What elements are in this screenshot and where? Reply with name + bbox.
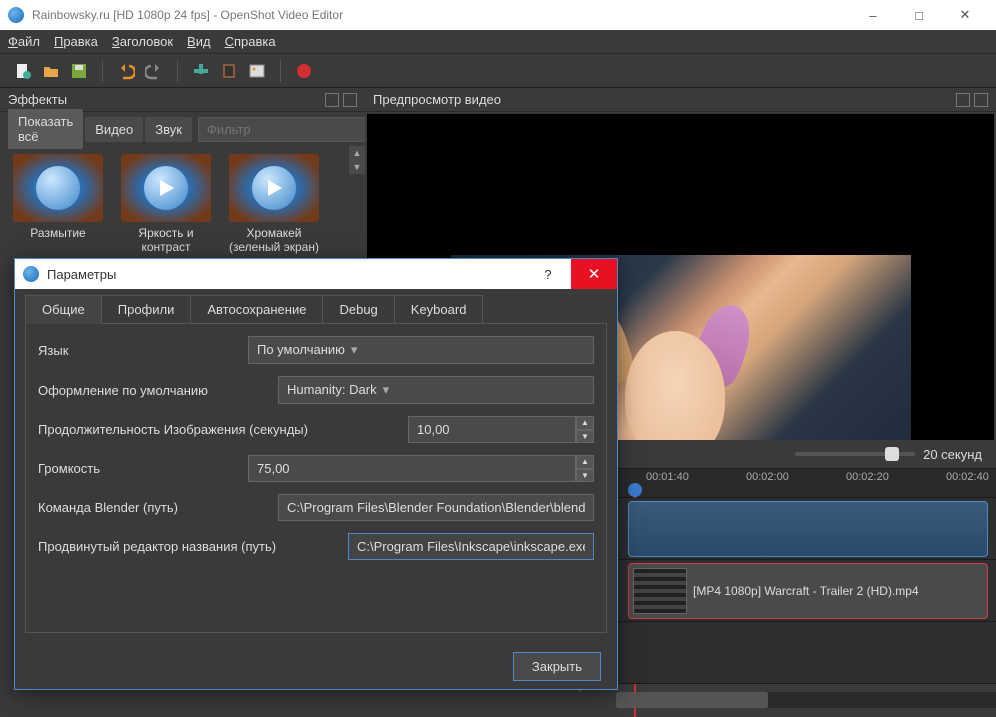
spin-up-icon[interactable]: ▲ xyxy=(576,455,594,469)
dialog-tabs: Общие Профили Автосохранение Debug Keybo… xyxy=(15,289,617,323)
menu-view[interactable]: Вид xyxy=(187,34,211,49)
tab-autosave[interactable]: Автосохранение xyxy=(190,295,323,323)
img-duration-input[interactable] xyxy=(408,416,576,443)
tab-general[interactable]: Общие xyxy=(25,295,102,324)
dialog-title: Параметры xyxy=(47,267,525,282)
menu-title[interactable]: Заголовок xyxy=(112,34,173,49)
window-titlebar: Rainbowsky.ru [HD 1080p 24 fps] - OpenSh… xyxy=(0,0,996,30)
panel-undock-icon[interactable] xyxy=(325,93,339,107)
window-title: Rainbowsky.ru [HD 1080p 24 fps] - OpenSh… xyxy=(32,8,850,22)
spin-down-icon[interactable]: ▼ xyxy=(576,430,594,444)
spin-down-icon[interactable]: ▼ xyxy=(576,469,594,483)
timeline-panel: 20 секунд 00:01:40 00:02:00 00:02:20 00:… xyxy=(616,440,996,708)
preferences-dialog: Параметры ? ✕ Общие Профили Автосохранен… xyxy=(14,258,618,690)
scroll-up-icon[interactable]: ▲ xyxy=(349,146,365,160)
scroll-down-icon[interactable]: ▼ xyxy=(349,160,365,174)
close-window-button[interactable]: ✕ xyxy=(942,0,988,30)
menu-edit[interactable]: Правка xyxy=(54,34,98,49)
timeline-clip[interactable]: [MP4 1080p] Warcraft - Trailer 2 (HD).mp… xyxy=(628,563,988,619)
effects-tab-all[interactable]: Показать всё xyxy=(8,109,83,149)
effect-item-blur[interactable]: Размытие xyxy=(8,154,108,255)
timeline-track-1[interactable] xyxy=(616,498,996,560)
open-project-icon[interactable] xyxy=(40,60,62,82)
clip-thumbnail-icon xyxy=(633,568,687,614)
effects-panel-title: Эффекты xyxy=(8,92,67,107)
minimize-button[interactable]: – xyxy=(850,0,896,30)
clip-label: [MP4 1080p] Warcraft - Trailer 2 (HD).mp… xyxy=(693,584,919,598)
redo-icon[interactable] xyxy=(143,60,165,82)
main-toolbar xyxy=(0,54,996,88)
timeline-ruler[interactable]: 00:01:40 00:02:00 00:02:20 00:02:40 xyxy=(616,468,996,498)
import-icon[interactable] xyxy=(190,60,212,82)
img-duration-label: Продолжительность Изображения (секунды) xyxy=(38,422,398,437)
effects-tab-video[interactable]: Видео xyxy=(85,117,143,142)
timeline-track-2[interactable]: [MP4 1080p] Warcraft - Trailer 2 (HD).mp… xyxy=(616,560,996,622)
ruler-tick: 00:02:40 xyxy=(946,471,989,483)
language-label: Язык xyxy=(38,343,238,358)
panel-undock-icon[interactable] xyxy=(956,93,970,107)
zoom-label: 20 секунд xyxy=(923,447,982,462)
spin-up-icon[interactable]: ▲ xyxy=(576,416,594,430)
ruler-tick: 00:02:00 xyxy=(746,471,789,483)
menu-help[interactable]: Справка xyxy=(225,34,276,49)
advanced-title-path-input[interactable] xyxy=(348,533,594,560)
volume-input[interactable] xyxy=(248,455,576,482)
theme-label: Оформление по умолчанию xyxy=(38,383,268,398)
tab-profiles[interactable]: Профили xyxy=(101,295,192,323)
blender-label: Команда Blender (путь) xyxy=(38,500,268,515)
advanced-title-label: Продвинутый редактор названия (путь) xyxy=(38,539,338,554)
picture-icon[interactable] xyxy=(246,60,268,82)
panel-close-icon[interactable] xyxy=(974,93,988,107)
volume-label: Громкость xyxy=(38,461,238,476)
tab-debug[interactable]: Debug xyxy=(322,295,394,323)
app-logo-icon xyxy=(8,7,24,23)
dialog-logo-icon xyxy=(23,266,39,282)
ruler-tick: 00:02:20 xyxy=(846,471,889,483)
playhead-icon[interactable] xyxy=(628,483,642,497)
effect-item-chromakey[interactable]: Хромакей (зеленый экран) xyxy=(224,154,324,255)
close-button[interactable]: Закрыть xyxy=(513,652,601,681)
effects-tab-audio[interactable]: Звук xyxy=(145,117,192,142)
menu-file[interactable]: Файл xyxy=(8,34,40,49)
timeline-clip[interactable] xyxy=(628,501,988,557)
language-select[interactable]: По умолчанию xyxy=(248,336,594,364)
timeline-h-scrollbar[interactable] xyxy=(616,692,996,708)
blender-path-input[interactable] xyxy=(278,494,594,521)
maximize-button[interactable]: □ xyxy=(896,0,942,30)
record-icon[interactable] xyxy=(293,60,315,82)
effects-filter-input[interactable] xyxy=(198,117,392,142)
effect-item-brightness[interactable]: Яркость и контраст xyxy=(116,154,216,255)
new-project-icon[interactable] xyxy=(12,60,34,82)
zoom-slider[interactable] xyxy=(795,452,915,456)
dialog-close-button[interactable]: ✕ xyxy=(571,259,617,289)
tab-keyboard[interactable]: Keyboard xyxy=(394,295,484,323)
panel-close-icon[interactable] xyxy=(343,93,357,107)
theme-select[interactable]: Humanity: Dark xyxy=(278,376,594,404)
timeline-track-3[interactable] xyxy=(616,622,996,684)
dialog-help-button[interactable]: ? xyxy=(525,259,571,289)
preview-panel-title: Предпросмотр видео xyxy=(373,92,501,107)
save-project-icon[interactable] xyxy=(68,60,90,82)
film-icon[interactable] xyxy=(218,60,240,82)
undo-icon[interactable] xyxy=(115,60,137,82)
ruler-tick: 00:01:40 xyxy=(646,471,689,483)
menu-bar: Файл Правка Заголовок Вид Справка xyxy=(0,30,996,54)
